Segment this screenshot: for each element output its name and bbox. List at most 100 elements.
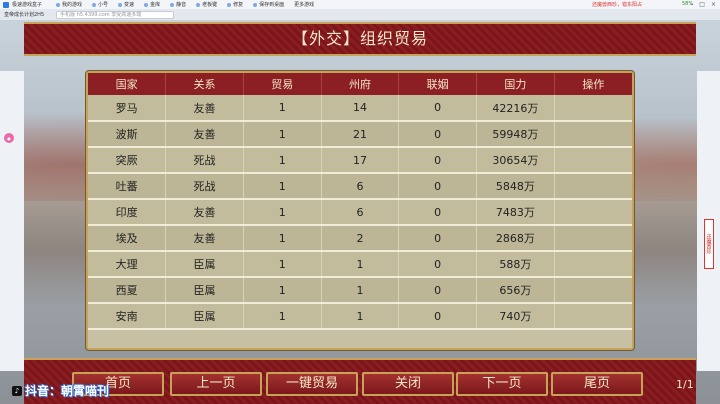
table-cell: 0 <box>398 147 478 174</box>
table-cell: 6 <box>321 199 400 226</box>
table-cell: 14 <box>321 95 400 122</box>
header-provinces: 州府 <box>321 73 400 95</box>
table-cell: 1 <box>243 121 322 148</box>
close-icon[interactable]: × <box>711 1 716 8</box>
table-cell: 1 <box>243 225 322 252</box>
table-cell: 死战 <box>165 147 244 174</box>
table-cell: 30654万 <box>476 147 555 174</box>
table-cell: 突厥 <box>88 147 167 174</box>
last-page-button[interactable]: 尾页 <box>551 372 643 396</box>
table-cell: 0 <box>398 303 478 330</box>
wrench-icon <box>227 2 232 7</box>
action-cell[interactable] <box>554 251 632 278</box>
tab-game[interactable]: 皇帝成长计划2H5 <box>0 11 48 18</box>
table-cell: 0 <box>398 95 478 122</box>
table-cell: 友善 <box>165 225 244 252</box>
toolbar-boss-key[interactable]: 老板键 <box>196 1 217 8</box>
action-cell[interactable] <box>554 199 632 226</box>
next-page-button[interactable]: 下一页 <box>456 372 548 396</box>
table-cell: 588万 <box>476 251 555 278</box>
table-cell: 1 <box>243 303 322 330</box>
table-header-row: 国家 关系 贸易 州府 联姻 国力 操作 <box>88 73 632 95</box>
vault-icon <box>144 2 149 7</box>
table-cell: 6 <box>321 173 400 200</box>
table-cell: 吐蕃 <box>88 173 167 200</box>
table-cell: 1 <box>243 277 322 304</box>
watermark-text: 抖音：朝霄喵刊 <box>25 384 110 398</box>
table-cell: 2868万 <box>476 225 555 252</box>
diplomacy-table-frame: 国家 关系 贸易 州府 联姻 国力 操作 罗马 友善 1 14 0 42216万 波斯 友善 1… <box>86 71 634 350</box>
table-cell: 0 <box>398 225 478 252</box>
app-logo-icon <box>3 1 9 8</box>
games-icon <box>56 2 61 7</box>
table-row: 罗马 友善 1 14 0 42216万 <box>88 95 632 122</box>
header-relation: 关系 <box>165 73 244 95</box>
maximize-icon[interactable]: □ <box>699 1 705 8</box>
table-row: 印度 友善 1 6 0 7483万 <box>88 199 632 226</box>
toolbar-speed[interactable]: 变速 <box>118 1 134 8</box>
minimize-icon[interactable]: – <box>690 1 693 8</box>
user-icon <box>92 2 97 7</box>
desktop-icon <box>253 2 258 7</box>
speed-icon <box>118 2 123 7</box>
table-cell: 友善 <box>165 121 244 148</box>
table-cell: 656万 <box>476 277 555 304</box>
title-banner: 【外交】组织贸易 <box>24 22 696 56</box>
bottom-bar: 首页 上一页 一键贸易 关闭 下一页 尾页 1/1 <box>24 358 696 404</box>
toolbar-repair[interactable]: 修复 <box>227 1 243 8</box>
table-cell: 友善 <box>165 95 244 122</box>
side-float-tab[interactable]: 还魔西珍 <box>704 219 714 269</box>
table-cell: 死战 <box>165 173 244 200</box>
table-cell: 0 <box>398 121 478 148</box>
prev-page-button[interactable]: 上一页 <box>170 372 262 396</box>
toolbar-alt[interactable]: 小号 <box>92 1 108 8</box>
table-cell: 7483万 <box>476 199 555 226</box>
toolbar: 我的游戏 小号 变速 金库 静音 老板键 修复 保存到桌面 更多游戏 <box>56 1 314 8</box>
close-button[interactable]: 关闭 <box>362 372 454 396</box>
action-cell[interactable] <box>554 173 632 200</box>
table-cell: 臣属 <box>165 277 244 304</box>
toolbar-my-games[interactable]: 我的游戏 <box>56 1 82 8</box>
table-cell: 0 <box>398 173 478 200</box>
table-cell: 0 <box>398 277 478 304</box>
table-cell: 1 <box>243 173 322 200</box>
action-cell[interactable] <box>554 147 632 174</box>
page-title: 【外交】组织贸易 <box>291 29 428 48</box>
table-cell: 1 <box>243 147 322 174</box>
table-cell: 臣属 <box>165 251 244 278</box>
toolbar-more-games[interactable]: 更多游戏 <box>294 1 314 8</box>
table-row: 波斯 友善 1 21 0 59948万 <box>88 121 632 148</box>
mute-icon <box>170 2 175 7</box>
page-indicator: 1/1 <box>676 378 694 391</box>
pink-float-icon[interactable]: ● <box>4 133 14 143</box>
table-cell: 59948万 <box>476 121 555 148</box>
left-sidebar: ● <box>0 71 24 371</box>
game-area: ● 还魔西珍 【外交】组织贸易 国家 关系 贸易 州府 联姻 国力 操作 罗马友… <box>0 21 720 404</box>
window-controls: – □ × <box>690 1 716 8</box>
table-cell: 西夏 <box>88 277 167 304</box>
notice-text[interactable]: 还魔兽西珍，错东阳占 <box>592 1 642 8</box>
action-cell[interactable] <box>554 225 632 252</box>
toolbar-vault[interactable]: 金库 <box>144 1 160 8</box>
action-cell[interactable] <box>554 303 632 330</box>
action-cell[interactable] <box>554 277 632 304</box>
header-country: 国家 <box>88 73 167 95</box>
action-cell[interactable] <box>554 121 632 148</box>
diplomacy-table: 国家 关系 贸易 州府 联姻 国力 操作 罗马 友善 1 14 0 42216万 波斯 友善 1… <box>88 73 632 330</box>
tabbar: 皇帝成长计划2H5 手机版 h5.4399.com 享受高速多端 <box>0 9 720 21</box>
toolbar-mute[interactable]: 静音 <box>170 1 186 8</box>
douyin-watermark: ♪ 抖音：朝霄喵刊 <box>12 382 109 399</box>
table-cell: 1 <box>243 95 322 122</box>
address-bar[interactable]: 手机版 h5.4399.com 享受高速多端 <box>56 10 175 19</box>
table-cell: 1 <box>243 199 322 226</box>
header-power: 国力 <box>476 73 555 95</box>
table-row: 西夏 臣属 1 1 0 656万 <box>88 277 632 304</box>
action-cell[interactable] <box>554 95 632 122</box>
table-cell: 大理 <box>88 251 167 278</box>
table-cell: 波斯 <box>88 121 167 148</box>
key-icon <box>196 2 201 7</box>
toolbar-save-desktop[interactable]: 保存到桌面 <box>253 1 284 8</box>
trade-all-button[interactable]: 一键贸易 <box>266 372 358 396</box>
table-cell: 印度 <box>88 199 167 226</box>
table-row: 埃及 友善 1 2 0 2868万 <box>88 225 632 252</box>
